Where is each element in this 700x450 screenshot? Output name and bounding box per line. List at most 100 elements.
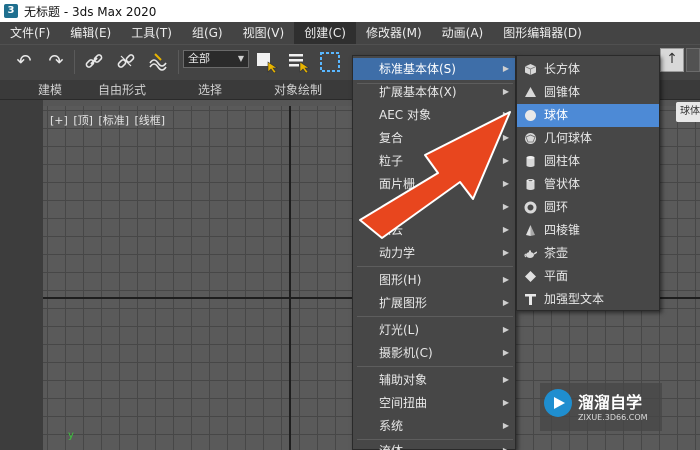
menu-separator xyxy=(357,366,513,367)
primitive-geosphere[interactable]: 几何球体 xyxy=(517,127,659,150)
primitive-sphere[interactable]: 球体 xyxy=(517,104,659,127)
sphere-icon xyxy=(525,110,536,121)
menu-create[interactable]: 创建(C) xyxy=(294,22,356,44)
ribbon-tab-freeform[interactable]: 自由形式 xyxy=(98,80,146,100)
create-menu-dropdown: 标准基本体(S) ▶ 扩展基本体(X) ▶ AEC 对象 ▶ 复合 ▶ 粒子 ▶ 面片栅 ▶… xyxy=(352,55,516,450)
menu-item-label: 管状体 xyxy=(544,177,581,191)
create-menu-standard-primitives[interactable]: 标准基本体(S) ▶ xyxy=(353,58,515,80)
rectangle-selection-icon[interactable] xyxy=(318,50,342,72)
primitive-torus[interactable]: 圆环 xyxy=(517,196,659,219)
menu-item-label: 长方体 xyxy=(544,62,581,76)
create-menu-dynamics[interactable]: 动力学 ▶ xyxy=(353,242,515,264)
select-object-icon[interactable] xyxy=(254,50,278,74)
menu-group[interactable]: 组(G) xyxy=(182,22,233,44)
submenu-arrow-icon: ▶ xyxy=(502,87,509,96)
viewport-axis-y xyxy=(289,106,291,450)
watermark: 溜溜自学 ZIXUE.3D66.COM xyxy=(540,383,662,431)
menu-item-label: 扩展基本体(X) xyxy=(379,85,457,99)
submenu-arrow-icon: ▶ xyxy=(502,156,509,165)
submenu-arrow-icon: ▶ xyxy=(502,398,509,407)
viewport-display-wireframe[interactable]: [线框] xyxy=(135,114,166,127)
create-menu-shapes[interactable]: 图形(H) ▶ xyxy=(353,269,515,291)
create-menu-systems[interactable]: 系统 ▶ xyxy=(353,415,515,437)
submenu-arrow-icon: ▶ xyxy=(502,133,509,142)
window-title: 无标题 - 3ds Max 2020 xyxy=(24,4,157,19)
menu-tools[interactable]: 工具(T) xyxy=(121,22,182,44)
primitive-text-plus[interactable]: 加强型文本 xyxy=(517,288,659,311)
create-menu-compound[interactable]: 复合 ▶ xyxy=(353,127,515,149)
create-menu-helpers[interactable]: 辅助对象 ▶ xyxy=(353,369,515,391)
menu-view[interactable]: 视图(V) xyxy=(233,22,295,44)
create-menu-obscured-item[interactable]: ▶ xyxy=(353,196,515,218)
app-icon: 3 xyxy=(4,4,18,18)
ribbon-tab-object-paint[interactable]: 对象绘制 xyxy=(274,80,322,100)
menu-modifiers[interactable]: 修改器(M) xyxy=(356,22,432,44)
create-menu-space-warps[interactable]: 空间扭曲 ▶ xyxy=(353,392,515,414)
menu-item-label: 平面 xyxy=(544,269,569,283)
primitive-teapot[interactable]: 茶壶 xyxy=(517,242,659,265)
primitive-cylinder[interactable]: 圆柱体 xyxy=(517,150,659,173)
redo-icon[interactable]: ↷ xyxy=(44,51,68,73)
viewport-menu-plus[interactable]: [+] xyxy=(50,114,68,127)
create-menu-point-clouds[interactable]: 点云 ▶ xyxy=(353,219,515,241)
menu-item-label: AEC 对象 xyxy=(379,108,431,122)
submenu-arrow-icon: ▶ xyxy=(503,440,509,450)
create-menu-fluids[interactable]: 流体 ▶ xyxy=(353,440,515,450)
menu-animation[interactable]: 动画(A) xyxy=(432,22,494,44)
toolbar-separator xyxy=(178,50,179,74)
torus-icon xyxy=(524,201,537,214)
menu-file[interactable]: 文件(F) xyxy=(0,22,60,44)
menu-edit[interactable]: 编辑(E) xyxy=(60,22,121,44)
selection-filter-dropdown[interactable]: 全部 ▼ xyxy=(183,50,249,68)
link-icon[interactable] xyxy=(82,51,106,73)
standard-primitives-submenu: 长方体 圆锥体 球体 几何球体 圆柱体 管状体 圆环 四棱锥 茶壶 平面 加强型… xyxy=(516,55,660,311)
left-command-strip xyxy=(0,100,43,450)
undo-icon[interactable]: ↶ xyxy=(12,51,36,73)
chevron-down-icon: ▼ xyxy=(237,54,244,63)
menu-item-label: 面片栅 xyxy=(379,177,416,191)
bind-spacewarp-icon[interactable] xyxy=(146,51,170,73)
submenu-arrow-icon: ▶ xyxy=(502,225,509,234)
create-menu-patch-grids[interactable]: 面片栅 ▶ xyxy=(353,173,515,195)
ribbon-tab-modeling[interactable]: 建模 xyxy=(38,80,62,100)
menu-item-label: 加强型文本 xyxy=(544,292,605,306)
axis-gizmo-y: y xyxy=(68,430,74,441)
create-menu-extended-primitives[interactable]: 扩展基本体(X) ▶ xyxy=(353,81,515,103)
menu-separator xyxy=(357,316,513,317)
viewport-shading-standard[interactable]: [标准] xyxy=(98,114,129,127)
submenu-arrow-icon: ▶ xyxy=(502,202,509,211)
create-menu-aec-objects[interactable]: AEC 对象 ▶ xyxy=(353,104,515,126)
menu-item-label: 复合 xyxy=(379,131,404,145)
submenu-arrow-icon: ▶ xyxy=(502,179,509,188)
selection-filter-value: 全部 xyxy=(188,52,210,65)
select-by-name-icon[interactable] xyxy=(286,50,310,74)
front-toolbar-icon[interactable]: ↑ xyxy=(660,48,684,72)
create-menu-cameras[interactable]: 摄影机(C) ▶ xyxy=(353,342,515,364)
primitive-plane[interactable]: 平面 xyxy=(517,265,659,288)
menu-item-label: 系统 xyxy=(379,419,404,433)
geosphere-icon xyxy=(525,133,536,144)
submenu-arrow-icon: ▶ xyxy=(502,348,509,357)
unlink-icon[interactable] xyxy=(114,51,138,73)
submenu-arrow-icon: ▶ xyxy=(502,110,509,119)
menu-item-label: 灯光(L) xyxy=(379,323,420,337)
create-menu-particles[interactable]: 粒子 ▶ xyxy=(353,150,515,172)
primitive-cone[interactable]: 圆锥体 xyxy=(517,81,659,104)
sphere-tooltip: 球体 xyxy=(676,102,700,122)
primitive-tube[interactable]: 管状体 xyxy=(517,173,659,196)
submenu-arrow-icon: ▶ xyxy=(502,64,509,73)
menu-item-label: 几何球体 xyxy=(544,131,593,145)
toolbar-overflow-button[interactable] xyxy=(686,48,700,72)
menu-item-label: 圆环 xyxy=(544,200,569,214)
menu-graph-editors[interactable]: 图形编辑器(D) xyxy=(493,22,592,44)
primitive-box[interactable]: 长方体 xyxy=(517,58,659,81)
viewport-point-of-view[interactable]: [顶] xyxy=(73,114,93,127)
primitive-pyramid[interactable]: 四棱锥 xyxy=(517,219,659,242)
menu-bar: 文件(F) 编辑(E) 工具(T) 组(G) 视图(V) 创建(C) 修改器(M… xyxy=(0,22,700,44)
tube-icon xyxy=(526,179,535,190)
ribbon-tab-selection[interactable]: 选择 xyxy=(198,80,222,100)
create-menu-lights[interactable]: 灯光(L) ▶ xyxy=(353,319,515,341)
create-menu-extended-shapes[interactable]: 扩展图形 ▶ xyxy=(353,292,515,314)
watermark-subtitle: ZIXUE.3D66.COM xyxy=(578,413,648,422)
viewport-label[interactable]: [+] [顶] [标准] [线框] xyxy=(50,112,167,128)
